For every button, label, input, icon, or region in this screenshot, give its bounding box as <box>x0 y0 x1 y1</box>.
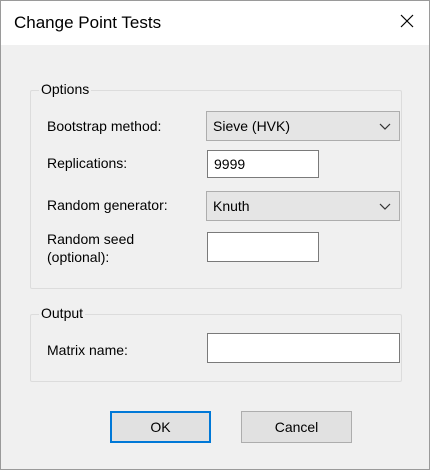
random-generator-value: Knuth <box>213 198 250 214</box>
output-group-title: Output <box>39 305 86 321</box>
dialog-title: Change Point Tests <box>14 13 162 32</box>
chevron-down-icon <box>379 123 391 130</box>
bootstrap-method-label: Bootstrap method: <box>47 118 162 134</box>
random-seed-input[interactable] <box>207 232 319 262</box>
close-icon <box>400 14 414 28</box>
chevron-down-icon <box>379 203 391 210</box>
title-bar: Change Point Tests <box>1 1 429 45</box>
random-seed-label-line2: (optional): <box>47 249 110 265</box>
dialog-window: Change Point Tests Options Bootstrap met… <box>0 0 430 470</box>
close-button[interactable] <box>385 1 429 41</box>
replications-label: Replications: <box>47 155 128 171</box>
ok-button[interactable]: OK <box>110 411 211 443</box>
replications-input[interactable] <box>207 150 319 178</box>
random-generator-select[interactable]: Knuth <box>206 191 400 221</box>
ok-button-label: OK <box>150 419 171 435</box>
cancel-button[interactable]: Cancel <box>241 411 352 443</box>
bootstrap-method-value: Sieve (HVK) <box>213 118 291 134</box>
random-seed-label-line1: Random seed <box>47 231 135 247</box>
random-generator-label: Random generator: <box>47 197 168 213</box>
cancel-button-label: Cancel <box>274 419 319 435</box>
bootstrap-method-select[interactable]: Sieve (HVK) <box>206 111 400 141</box>
matrix-name-label: Matrix name: <box>47 342 128 358</box>
options-group-title: Options <box>39 81 92 97</box>
matrix-name-input[interactable] <box>207 333 400 363</box>
